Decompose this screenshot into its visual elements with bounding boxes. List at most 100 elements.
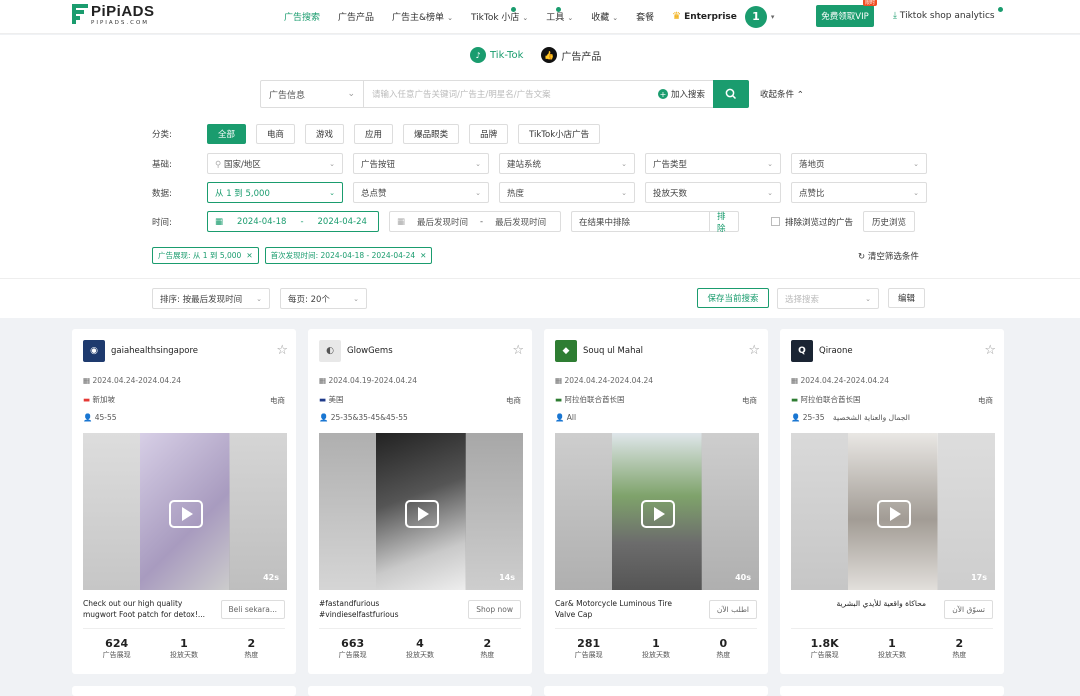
refresh-icon: ↻ [858,252,866,262]
last-seen-date-range[interactable]: ▦ 最后发现时间 - 最后发现时间 [389,211,561,232]
video-duration: 17s [971,573,987,582]
chip-hot-products[interactable]: 爆品眼类 [403,124,460,144]
search-input[interactable]: 请输入任意广告关键词/广告主/明星名/广告文案 [364,88,658,100]
chip-all[interactable]: 全部 [207,124,247,144]
video-duration: 14s [499,573,515,582]
vip-badge: 限时 [862,0,877,6]
video-thumbnail[interactable]: 42s [83,433,287,590]
ad-card[interactable]: Q Qiraone ☆ ▦ 2024.04.24-2024.04.24 ▬ 阿拉伯… [780,329,1004,674]
divider [0,278,1080,279]
flag-icon: ▬ [791,395,799,404]
save-search-button[interactable]: 保存当前搜索 [697,288,769,308]
pipiads-logo[interactable]: PiPiADS PIPIADS.COM [72,4,155,26]
nav-tools[interactable]: 工具 ⌄ [546,7,573,23]
nav-plans[interactable]: 套餐 [636,10,654,23]
plan-badge[interactable]: ♛ Enterprise [672,11,737,22]
nav-tiktok-shop[interactable]: TikTok 小店 ⌄ [471,7,528,23]
country-select[interactable]: ⚲ 国家/地区 ⌄ [207,153,343,174]
calendar-icon: ▦ [555,376,563,385]
nav-advertisers[interactable]: 广告主&榜单 ⌄ [392,10,453,23]
advertiser-name[interactable]: gaiahealthsingapore [111,346,198,356]
ad-days-select[interactable]: 投放天数 ⌄ [645,182,781,203]
active-filter-tag[interactable]: 首次发现时间: 2024-04-18 - 2024-04-24 ✕ [264,247,433,264]
like-ratio-select[interactable]: 点赞比 ⌄ [791,182,927,203]
ad-card[interactable]: ◐ GlowGems ☆ ▦ 2024.04.19-2024.04.24 ▬ 美国… [308,329,532,674]
tiktok-shop-analytics-link[interactable]: ⤓ Tiktok shop analytics [893,7,1003,21]
cta-button[interactable]: Shop now [468,600,521,619]
impressions-select[interactable]: 从 1 到 5,000 ⌄ [207,182,343,203]
close-icon[interactable]: ✕ [420,251,426,260]
ad-card-next-row [308,686,532,696]
stat-heat: 2 热度 [480,637,495,659]
play-icon[interactable] [877,500,911,528]
nav-ad-search[interactable]: 广告搜索 [284,10,320,23]
chip-games[interactable]: 游戏 [305,124,345,144]
top-nav-bar: PiPiADS PIPIADS.COM 广告搜索 广告产品 广告主&榜单 ⌄ Ti… [0,0,1080,34]
nav-favorites[interactable]: 收藏 ⌄ [591,10,618,23]
chip-tiktok-shop-ads[interactable]: TikTok小店广告 [518,124,601,144]
exclude-button[interactable]: 排除 [709,211,739,234]
chevron-down-icon: ⌄ [475,188,481,197]
chip-ecommerce[interactable]: 电商 [256,124,296,144]
chip-brand[interactable]: 品牌 [469,124,509,144]
tab-ad-products[interactable]: 👍 广告产品 [541,47,601,63]
close-icon[interactable]: ✕ [246,251,252,260]
user-avatar[interactable]: 1 [744,5,767,28]
star-icon[interactable]: ☆ [512,343,524,358]
tiktok-icon: ♪ [470,47,486,63]
history-button[interactable]: 历史浏览 [863,211,916,232]
ad-card[interactable]: ◆ Souq ul Mahal ☆ ▦ 2024.04.24-2024.04.24… [544,329,768,674]
advertiser-name[interactable]: GlowGems [347,346,393,356]
edit-button[interactable]: 编辑 [888,288,925,308]
advertiser-avatar: Q [791,340,813,362]
ad-card[interactable]: ◉ gaiahealthsingapore ☆ ▦ 2024.04.24-2024… [72,329,296,674]
stat-heat: 0 热度 [716,637,731,659]
age-range: 👤 25-35 الجمال والعناية الشخصية [791,413,910,422]
video-thumbnail[interactable]: 14s [319,433,523,590]
exclude-input[interactable]: 在结果中排除 [571,211,709,232]
time-label: 时间: [152,217,172,228]
search-bar: 广告信息 ⌄ 请输入任意广告关键词/广告主/明星名/广告文案 + 加入搜索 [260,80,749,108]
sort-select[interactable]: 排序: 按最后发现时间 ⌄ [152,288,270,309]
star-icon[interactable]: ☆ [276,343,288,358]
user-icon: 👤 [319,413,329,422]
crown-icon: ♛ [672,11,682,22]
total-likes-select[interactable]: 总点赞 ⌄ [353,182,489,203]
star-icon[interactable]: ☆ [984,343,996,358]
skip-viewed-checkbox[interactable]: 排除浏览过的广告 [771,216,853,228]
divider [791,628,993,629]
first-seen-date-range[interactable]: ▦ 2024-04-18-2024-04-24 [207,211,379,232]
chevron-down-icon[interactable]: ▾ [771,13,775,21]
star-icon[interactable]: ☆ [748,343,760,358]
tab-tiktok[interactable]: ♪ Tik-Tok [470,47,523,63]
search-field-select[interactable]: 广告信息 ⌄ [261,81,364,107]
ad-card-next-row [544,686,768,696]
ad-country: ▬ 新加坡 [83,395,115,404]
ad-type-select[interactable]: 广告类型 ⌄ [645,153,781,174]
collapse-conditions-button[interactable]: 收起条件 ⌃ [760,88,804,100]
heat-select[interactable]: 热度 ⌄ [499,182,635,203]
free-vip-button[interactable]: 免费领取VIP 限时 [816,0,877,27]
add-search-button[interactable]: + 加入搜索 [657,88,705,100]
per-page-select[interactable]: 每页: 20个 ⌄ [280,288,367,309]
play-icon[interactable] [405,500,439,528]
landing-page-select[interactable]: 落地页 ⌄ [791,153,927,174]
video-thumbnail[interactable]: 17s [791,433,995,590]
cta-button[interactable]: Beli sekara... [220,600,285,619]
cta-button[interactable]: تسوّق الآن [944,600,993,619]
play-icon[interactable] [169,500,203,528]
ad-button-select[interactable]: 广告按钮 ⌄ [353,153,489,174]
clear-filters-button[interactable]: ↻ 清空筛选条件 [858,250,919,262]
site-system-select[interactable]: 建站系统 ⌄ [499,153,635,174]
nav-ad-products[interactable]: 广告产品 [338,10,374,23]
active-filter-tag[interactable]: 广告展现: 从 1 到 5,000 ✕ [152,247,259,264]
video-thumbnail[interactable]: 40s [555,433,759,590]
saved-search-select[interactable]: 选择搜索 ⌄ [777,288,879,309]
active-filters: 广告展现: 从 1 到 5,000 ✕ 首次发现时间: 2024-04-18 - … [152,247,433,264]
chip-apps[interactable]: 应用 [354,124,394,144]
advertiser-name[interactable]: Souq ul Mahal [583,346,643,356]
play-icon[interactable] [641,500,675,528]
advertiser-name[interactable]: Qiraone [819,346,853,356]
search-button[interactable] [713,80,749,108]
cta-button[interactable]: اطلب الآن [708,600,757,619]
